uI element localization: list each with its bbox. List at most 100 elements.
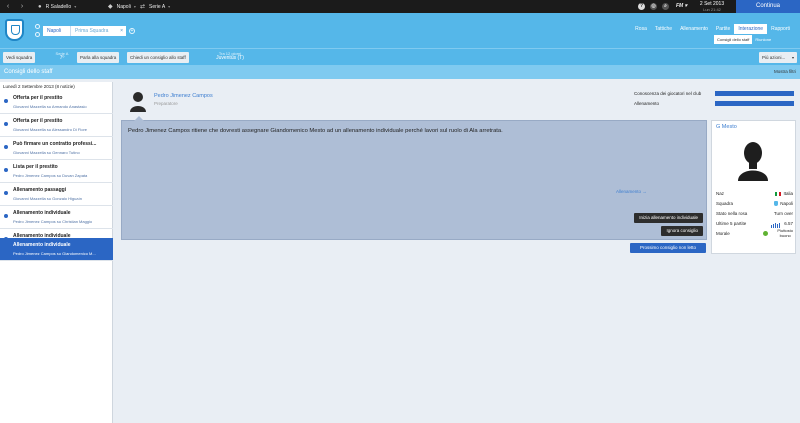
chevron-down-icon: ▾ — [74, 4, 77, 9]
chevron-down-icon: ▾ — [168, 4, 171, 9]
squad-selector[interactable]: Prima Squadra × — [70, 26, 126, 36]
ask-staff-advice-button[interactable]: Chiedi un consiglio allo staff — [127, 52, 189, 63]
advice-list: Lunedì 2 Settembre 2013 (8 notizie) Offe… — [0, 82, 113, 423]
ignore-advice-button[interactable]: Ignora consiglio — [661, 226, 703, 236]
more-actions-dropdown[interactable]: Più azioni... ▾ — [759, 52, 797, 63]
menu-partite[interactable]: Partite — [712, 24, 734, 34]
talk-to-squad-button[interactable]: Parla alla squadra — [77, 52, 120, 63]
author-role: Preparatore — [154, 101, 178, 106]
unread-dot-icon — [4, 145, 8, 149]
author-name-link[interactable]: Pedro Jimenez Campos — [154, 93, 213, 99]
league-position[interactable]: Serie A 7º — [50, 51, 74, 61]
list-item-title: Allenamento individuale — [13, 242, 71, 248]
chevron-up-icon[interactable] — [35, 24, 40, 29]
action-bar: Vedi squadra Serie A 7º Parla alla squad… — [0, 48, 800, 65]
list-item-title: Offerta per il prestito — [13, 95, 63, 101]
game-date: 2 Set 2013 Lun 21:42 — [697, 1, 727, 13]
club-crest-icon — [774, 201, 779, 207]
author-silhouette-icon[interactable] — [129, 90, 147, 112]
list-item[interactable]: Offerta per il prestito Giovanni Mazzell… — [0, 114, 113, 137]
squad-label: Prima Squadra — [75, 28, 109, 34]
list-date-header: Lunedì 2 Settembre 2013 (8 notizie) — [3, 84, 75, 89]
player-morale-row: Morale Piuttosto buono — [716, 228, 793, 238]
player-status-row: Stato nella rosa Turn over — [716, 211, 793, 216]
chevron-down-icon[interactable] — [35, 32, 40, 37]
chevron-down-icon: ▾ — [133, 4, 136, 9]
list-item-title: Allenamento individuale — [13, 210, 71, 216]
list-item-title: Allenamento passaggi — [13, 187, 67, 193]
unread-dot-icon — [4, 99, 8, 103]
stat-bar — [715, 101, 794, 106]
submenu-staff-advice[interactable]: Consigli dello staff — [714, 35, 753, 44]
player-form-row: Ultime 5 partite 6.57 — [716, 219, 793, 229]
close-icon[interactable]: × — [120, 26, 123, 36]
list-item-subtitle: Pedro Jimenez Campos su Christian Maggio — [13, 219, 93, 224]
league-position-value: 7º — [59, 55, 65, 61]
list-item[interactable]: Allenamento individuale Pedro Jimenez Ca… — [0, 206, 113, 229]
list-item-title: Può firmare un contratto professi... — [13, 141, 97, 147]
forward-arrow-icon[interactable]: › — [16, 0, 28, 13]
morale-value: Piuttosto buono — [777, 228, 793, 238]
list-item-subtitle: Pedro Jimenez Campos su Duvan Zapata — [13, 173, 88, 178]
menu-rapporti[interactable]: Rapporti — [767, 24, 794, 34]
player-card: G Mesto Naz Italia Squadra Napoli Stato … — [711, 120, 796, 254]
list-item[interactable]: Offerta per il prestito Giovanni Mazzell… — [0, 91, 113, 114]
sub-menu: Consigli dello staff Riunione — [714, 35, 774, 44]
unread-dot-icon — [4, 122, 8, 126]
next-match[interactable]: Tra 12 giorni Juventus (T) — [205, 51, 255, 61]
list-item-selected[interactable]: Allenamento individuale Pedro Jimenez Ca… — [0, 238, 113, 261]
chevron-down-icon: ▾ — [791, 55, 794, 60]
search-icon[interactable]: ⌕ — [662, 3, 669, 10]
continue-button[interactable]: Continua — [736, 0, 800, 13]
list-item-subtitle: Pedro Jimenez Campos su Giandomenico M..… — [13, 251, 96, 256]
club-crest[interactable] — [5, 19, 24, 41]
next-match-opponent: Juventus (T) — [216, 55, 244, 61]
list-item-subtitle: Giovanni Mazzella su Gonzalo Higuaín — [13, 196, 82, 201]
globe-icon[interactable]: ◎ — [650, 3, 657, 10]
club-menu[interactable]: ◆ Napoli ▾ — [108, 0, 136, 13]
list-item[interactable]: Può firmare un contratto professi... Gio… — [0, 137, 113, 160]
player-club-row: Squadra Napoli — [716, 201, 793, 207]
player-nation-row: Naz Italia — [716, 191, 793, 196]
submenu-meeting[interactable]: Riunione — [752, 35, 774, 44]
player-card-header: G Mesto — [712, 121, 795, 133]
back-arrow-icon[interactable]: ‹ — [2, 0, 14, 13]
stat-label: Conoscenza dei giocatori nel club — [634, 91, 702, 96]
more-actions-label: Più azioni... — [762, 55, 786, 60]
view-squad-button[interactable]: Vedi squadra — [3, 52, 36, 63]
next-unread-advice-button[interactable]: Prossimo consiglio non letto — [630, 243, 706, 253]
league-menu[interactable]: ⇄ Serie A ▾ — [140, 0, 170, 13]
list-item-subtitle: Giovanni Mazzella su Gennaro Tutino — [13, 150, 80, 155]
training-link[interactable]: Allenamento → — [616, 189, 647, 194]
menu-interazione[interactable]: Interazione — [734, 24, 768, 34]
list-item-subtitle: Giovanni Mazzella su Alessandro Di Fiore — [13, 127, 88, 132]
start-individual-training-button[interactable]: Inizia allenamento individuale — [634, 213, 703, 223]
title-bar: Consigli dello staff Mostra filtri — [0, 65, 800, 79]
fm-menu[interactable]: FM ▾ — [676, 0, 687, 13]
list-item[interactable]: Allenamento passaggi Giovanni Mazzella s… — [0, 183, 113, 206]
morale-icon — [763, 231, 768, 236]
italy-flag-icon — [775, 191, 782, 196]
page-title: Consigli dello staff — [4, 69, 53, 75]
form-bars-icon — [771, 219, 781, 229]
advice-message-box: Pedro Jimenez Campos ritiene che dovrest… — [121, 116, 707, 240]
player-name-link[interactable]: G Mesto — [716, 124, 737, 130]
unread-dot-icon — [4, 214, 8, 218]
menu-tattiche[interactable]: Tattiche — [651, 24, 676, 34]
list-item[interactable]: Lista per il prestito Pedro Jimenez Camp… — [0, 160, 113, 183]
menu-rosa[interactable]: Rosa — [631, 24, 651, 34]
add-icon[interactable]: + — [129, 28, 135, 34]
unread-dot-icon — [4, 168, 8, 172]
stat-label: Allenamento — [634, 101, 660, 106]
unread-dot-icon — [4, 191, 8, 195]
stat-bar — [715, 91, 794, 96]
player-silhouette-icon — [738, 142, 768, 181]
team-name-tab[interactable]: Napoli — [43, 26, 70, 36]
show-filters-link[interactable]: Mostra filtri — [774, 65, 796, 79]
manager-menu[interactable]: ● R Saladello ▾ — [38, 0, 76, 13]
menu-allenamento[interactable]: Allenamento — [676, 24, 712, 34]
advice-text: Pedro Jimenez Campos ritiene che dovrest… — [128, 128, 503, 134]
main-menu: Rosa Tattiche Allenamento Partite Intera… — [631, 24, 794, 34]
list-item-title: Offerta per il prestito — [13, 118, 63, 124]
help-button[interactable]: ? — [638, 3, 645, 10]
